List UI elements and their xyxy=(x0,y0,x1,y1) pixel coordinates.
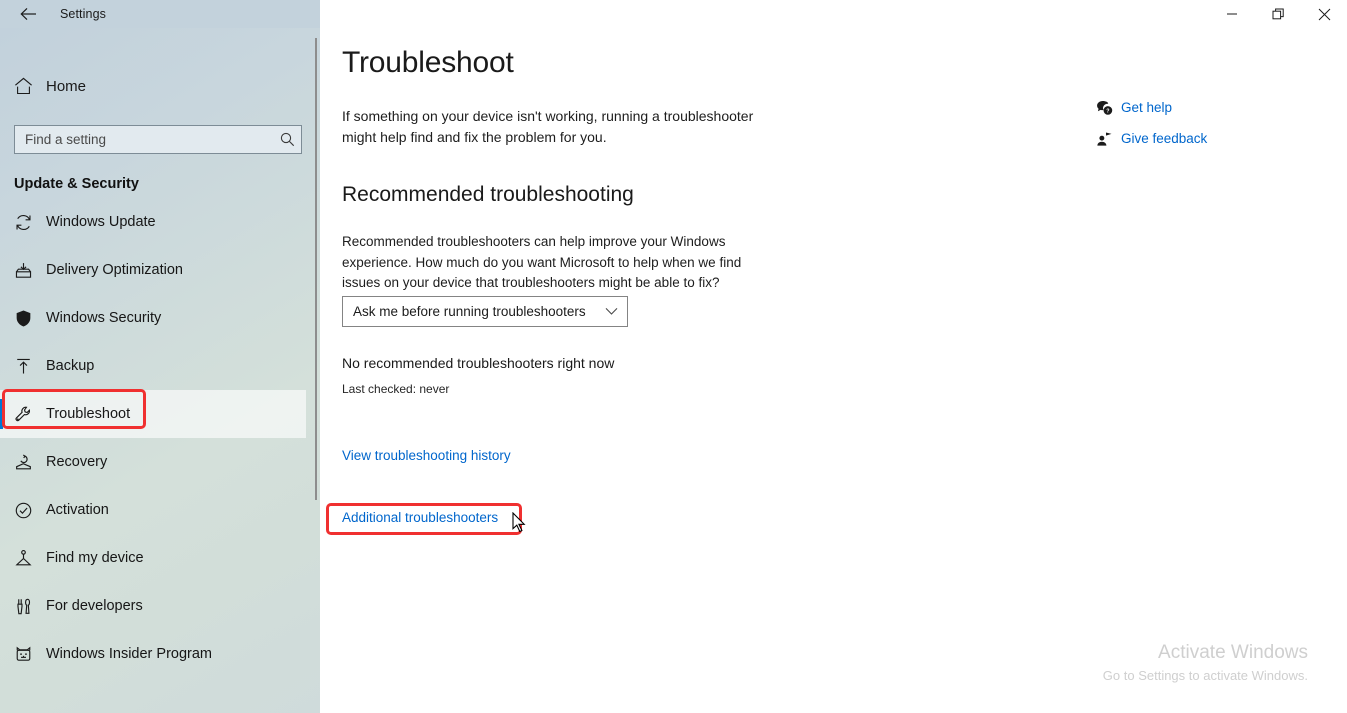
sidebar-item-label: For developers xyxy=(46,598,143,614)
check-circle-icon xyxy=(0,501,46,520)
sidebar: Home Update & Security Windows Update xyxy=(0,28,320,713)
mouse-cursor xyxy=(512,511,526,538)
title-bar: Settings xyxy=(0,0,1347,28)
upload-arrow-icon xyxy=(0,357,46,376)
sidebar-scrollbar-thumb[interactable] xyxy=(315,38,317,500)
sidebar-item-delivery-optimization[interactable]: Delivery Optimization xyxy=(0,246,306,294)
sidebar-item-find-my-device[interactable]: Find my device xyxy=(0,534,306,582)
search-icon[interactable] xyxy=(273,132,301,147)
help-links-panel: ? Get help Give feedback xyxy=(1087,92,1207,154)
get-help-row[interactable]: ? Get help xyxy=(1087,92,1207,123)
sidebar-item-windows-update[interactable]: Windows Update xyxy=(0,198,306,246)
sidebar-group-title: Update & Security xyxy=(14,176,139,192)
sidebar-nav-list: Windows Update Delivery Optimization Win… xyxy=(0,198,320,678)
shield-icon xyxy=(0,309,46,328)
section-title-recommended-troubleshooting: Recommended troubleshooting xyxy=(342,183,634,206)
window-controls xyxy=(1209,0,1347,28)
activate-windows-watermark: Activate Windows Go to Settings to activ… xyxy=(1103,640,1308,686)
sidebar-item-windows-insider-program[interactable]: Windows Insider Program xyxy=(0,630,306,678)
chevron-down-icon xyxy=(605,307,618,316)
sidebar-home-label: Home xyxy=(46,77,87,95)
sidebar-item-label: Delivery Optimization xyxy=(46,262,183,278)
close-icon xyxy=(1318,8,1331,21)
svg-text:?: ? xyxy=(1106,108,1109,114)
minimize-button[interactable] xyxy=(1209,0,1255,28)
sidebar-item-label: Windows Update xyxy=(46,214,156,230)
give-feedback-row[interactable]: Give feedback xyxy=(1087,123,1207,154)
settings-window: Settings Home Find a setting Update & Se… xyxy=(0,0,1347,713)
sidebar-item-label: Troubleshoot xyxy=(46,406,131,422)
back-button[interactable] xyxy=(10,0,46,28)
maximize-button[interactable] xyxy=(1255,0,1301,28)
section-description: Recommended troubleshooters can help imp… xyxy=(342,234,742,290)
sidebar-item-label: Backup xyxy=(46,358,95,374)
sidebar-item-label: Find my device xyxy=(46,550,144,566)
close-button[interactable] xyxy=(1301,0,1347,28)
sidebar-item-for-developers[interactable]: For developers xyxy=(0,582,306,630)
delivery-icon xyxy=(0,261,46,280)
refresh-icon xyxy=(0,213,46,232)
sidebar-item-windows-security[interactable]: Windows Security xyxy=(0,294,306,342)
locate-device-icon xyxy=(0,549,46,568)
minimize-icon xyxy=(1226,8,1238,20)
question-bubble-icon: ? xyxy=(1087,100,1121,116)
sidebar-item-troubleshoot[interactable]: Troubleshoot xyxy=(0,390,306,438)
page-title: Troubleshoot xyxy=(342,46,514,79)
restore-icon xyxy=(1272,8,1285,21)
feedback-person-icon xyxy=(1087,131,1121,147)
sidebar-item-label: Windows Security xyxy=(46,310,162,326)
recommended-status-text: No recommended troubleshooters right now xyxy=(342,355,615,371)
sidebar-item-label: Windows Insider Program xyxy=(46,646,212,662)
sidebar-item-activation[interactable]: Activation xyxy=(0,486,306,534)
title-bar-left-pane xyxy=(0,0,320,28)
sidebar-item-home[interactable]: Home xyxy=(0,66,320,106)
title-bar-right-pane xyxy=(320,0,1347,28)
sidebar-item-label: Recovery xyxy=(46,454,108,470)
sidebar-item-recovery[interactable]: Recovery xyxy=(0,438,306,486)
home-icon xyxy=(0,77,46,95)
watermark-subtitle: Go to Settings to activate Windows. xyxy=(1102,668,1308,683)
view-troubleshooting-history-link[interactable]: View troubleshooting history xyxy=(342,448,511,463)
window-title: Settings xyxy=(60,7,106,21)
tools-icon xyxy=(0,597,46,616)
sidebar-item-backup[interactable]: Backup xyxy=(0,342,306,390)
search-input[interactable] xyxy=(15,132,273,147)
back-arrow-icon xyxy=(19,7,37,21)
main-content: Troubleshoot If something on your device… xyxy=(320,28,1347,713)
give-feedback-label[interactable]: Give feedback xyxy=(1121,131,1207,146)
sidebar-item-label: Activation xyxy=(46,502,109,518)
last-checked-text: Last checked: never xyxy=(342,382,450,396)
watermark-title: Activate Windows xyxy=(1158,642,1308,663)
get-help-label[interactable]: Get help xyxy=(1121,100,1172,115)
insider-cat-icon xyxy=(0,645,46,664)
recovery-icon xyxy=(0,453,46,472)
additional-troubleshooters-link[interactable]: Additional troubleshooters xyxy=(342,510,498,525)
search-box[interactable] xyxy=(14,125,302,154)
recommended-troubleshooting-dropdown[interactable]: Ask me before running troubleshooters xyxy=(342,296,628,327)
wrench-icon xyxy=(0,405,46,424)
page-description: If something on your device isn't workin… xyxy=(342,108,754,145)
dropdown-selected-value: Ask me before running troubleshooters xyxy=(353,304,586,319)
